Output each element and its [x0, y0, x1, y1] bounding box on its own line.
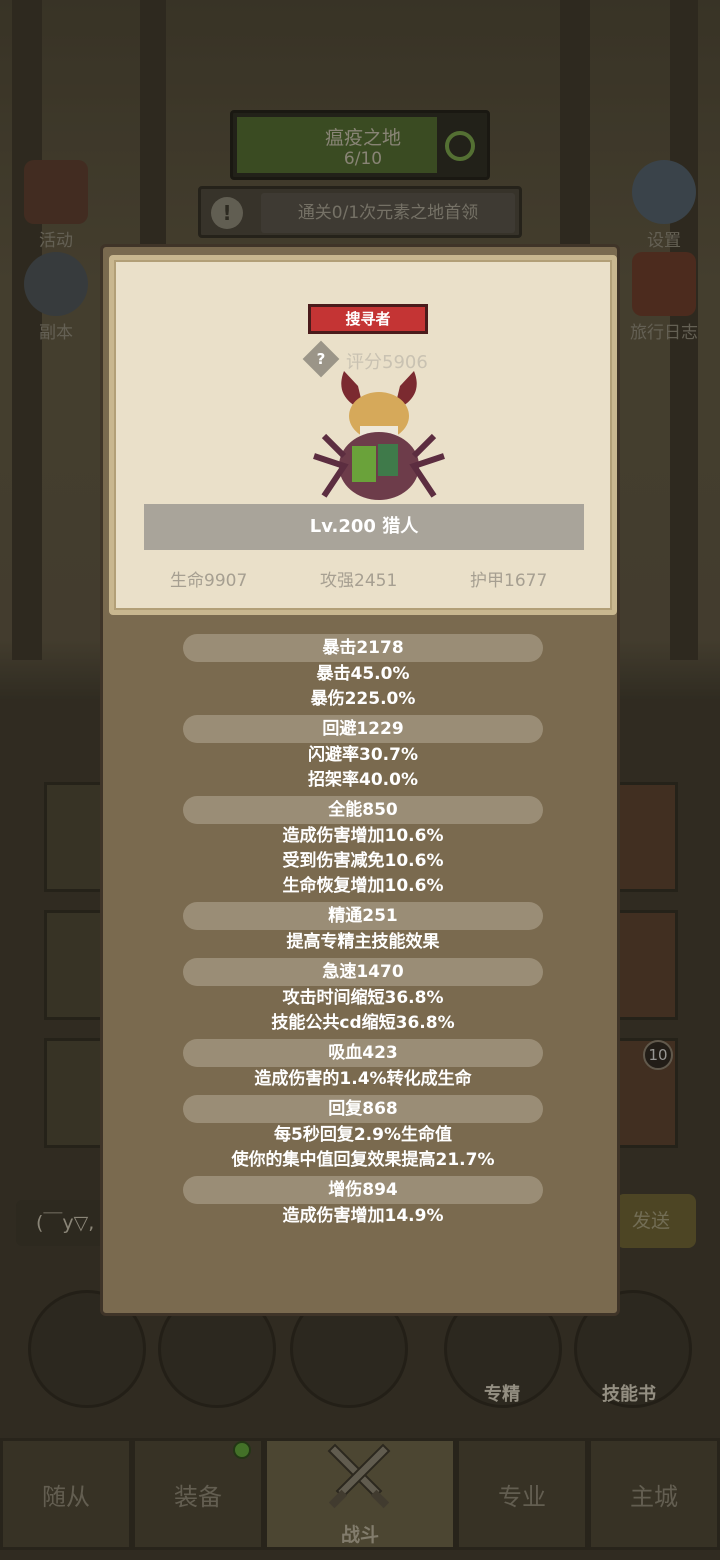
- stat-detail-line: 暴伤225.0%: [310, 689, 416, 709]
- stat-detail-line: 技能公共cd缩短36.8%: [271, 1013, 455, 1033]
- stat-group-title: 急速1470: [183, 958, 543, 986]
- hunter-portrait: [313, 371, 445, 500]
- attack-power-stat: 攻强2451: [320, 571, 398, 591]
- character-card: 搜寻者 ? 评分5906 Lv.200 猎人 生命9907 攻强2451 护甲1…: [109, 255, 617, 615]
- stat-detail-line: 暴击45.0%: [316, 664, 410, 684]
- character-detail-modal: 搜寻者 ? 评分5906 Lv.200 猎人 生命9907 攻强2451 护甲1…: [100, 244, 620, 1316]
- hp-stat: 生命9907: [170, 571, 248, 591]
- stat-detail-line: 闪避率30.7%: [308, 745, 418, 765]
- armor-stat: 护甲1677: [470, 571, 548, 591]
- stat-group-title: 回复868: [183, 1095, 543, 1123]
- stat-detail-line: 造成伤害增加10.6%: [282, 826, 444, 846]
- stat-detail-line: 生命恢复增加10.6%: [282, 876, 444, 896]
- role-badge: 搜寻者: [308, 304, 428, 334]
- stat-detail-line: 使你的集中值回复效果提高21.7%: [231, 1150, 495, 1170]
- stat-group-title: 精通251: [183, 902, 543, 930]
- stat-group-title: 暴击2178: [183, 634, 543, 662]
- secondary-stats-list: 暴击2178 暴击45.0% 暴伤225.0% 回避1229 闪避率30.7% 招架率40…: [103, 631, 623, 1229]
- stat-detail-line: 提高专精主技能效果: [286, 932, 440, 952]
- stat-group-title: 回避1229: [183, 715, 543, 743]
- stat-detail-line: 每5秒回复2.9%生命值: [274, 1125, 452, 1145]
- stat-detail-line: 造成伤害的1.4%转化成生命: [254, 1069, 472, 1089]
- stat-detail-line: 造成伤害增加14.9%: [282, 1206, 444, 1226]
- stat-group-title: 全能850: [183, 796, 543, 824]
- character-name: Lv.200 猎人: [144, 504, 584, 550]
- stat-detail-line: 攻击时间缩短36.8%: [282, 988, 444, 1008]
- stat-group-title: 增伤894: [183, 1176, 543, 1204]
- stat-detail-line: 受到伤害减免10.6%: [282, 851, 444, 871]
- stat-group-title: 吸血423: [183, 1039, 543, 1067]
- stat-detail-line: 招架率40.0%: [308, 770, 418, 790]
